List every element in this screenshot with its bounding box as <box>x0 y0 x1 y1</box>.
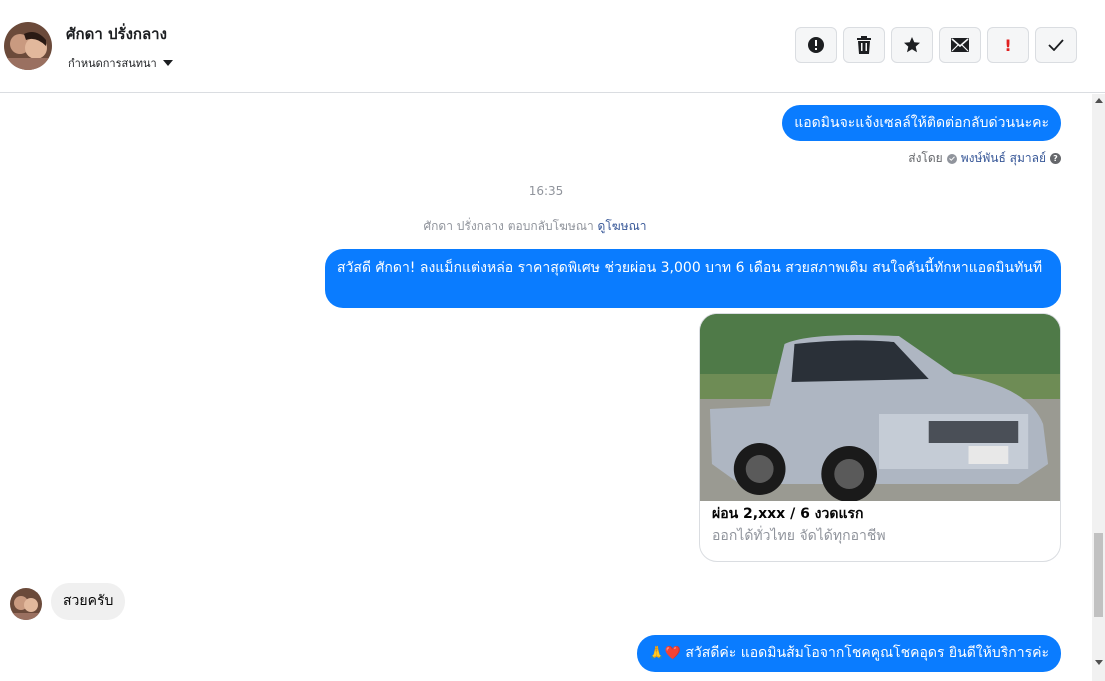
thread-scrollbar[interactable] <box>1092 94 1105 681</box>
incoming-message: สวยครับ <box>51 583 126 620</box>
check-icon <box>1048 39 1064 51</box>
view-ad-link[interactable]: ดูโฆษณา <box>598 219 647 233</box>
ad-reply-note: ศักดา ปรั่งกลาง ตอบกลับโฆษณา ดูโฆษณา <box>0 217 1070 236</box>
outgoing-message: แอดมินจะแจ้งเซลล์ให้ติดต่อกลับด่วนนะคะ <box>782 105 1061 141</box>
assign-label: กำหนดการสนทนา <box>68 57 157 70</box>
timestamp: 16:35 <box>528 184 564 198</box>
message-text: สวยครับ <box>63 593 114 609</box>
spam-icon <box>808 37 824 53</box>
mark-urgent-button[interactable]: ! <box>987 27 1029 63</box>
verified-icon <box>946 153 957 164</box>
delete-button[interactable] <box>843 27 885 63</box>
outgoing-message: สวัสดี ศักดา! ลงแม็กแต่งหล่อ ราคาสุดพิเศ… <box>325 249 1061 308</box>
truck-image <box>700 314 1060 501</box>
star-button[interactable] <box>891 27 933 63</box>
ad-card-subtitle: ออกได้ทั่วไทย จัดได้ทุกอาชีพ <box>712 528 886 544</box>
mark-done-button[interactable] <box>1035 27 1077 63</box>
mark-spam-button[interactable] <box>795 27 837 63</box>
contact-avatar-small <box>10 588 42 620</box>
trash-icon <box>857 36 871 54</box>
sent-by-info: ส่งโดย พงษ์พันธ์ สุมาลย์ ? <box>908 149 1061 168</box>
exclamation-icon: ! <box>1004 35 1012 55</box>
help-icon[interactable]: ? <box>1050 153 1061 164</box>
header-actions: ! <box>795 27 1077 63</box>
ad-card-title: ผ่อน 2,xxx / 6 งวดแรก <box>712 506 864 522</box>
sender-name[interactable]: พงษ์พันธ์ สุมาลย์ <box>961 149 1046 168</box>
conversation-header: ศักดา ปรั่งกลาง กำหนดการสนทนา ! <box>0 0 1105 93</box>
scroll-up-arrow-icon[interactable] <box>1095 98 1103 103</box>
sent-by-label: ส่งโดย <box>908 151 943 165</box>
outgoing-message: 🙏❤️ สวัสดีค่ะ แอดมินส้มโอจากโชคคูณโชคอุด… <box>636 635 1061 672</box>
ad-reply-text: ศักดา ปรั่งกลาง ตอบกลับโฆษณา <box>423 219 594 233</box>
message-text: สวัสดีค่ะ แอดมินส้มโอจากโชคคูณโชคอุดร ยิ… <box>685 645 1049 661</box>
envelope-icon <box>951 38 969 52</box>
contact-avatar[interactable] <box>4 22 52 70</box>
caret-down-icon <box>162 60 173 66</box>
ad-card[interactable]: ผ่อน 2,xxx / 6 งวดแรก ออกได้ทั่วไทย จัดไ… <box>699 313 1061 562</box>
message-thread[interactable]: แอดมินจะแจ้งเซลล์ให้ติดต่อกลับด่วนนะคะ ส… <box>0 94 1092 681</box>
pray-heart-emoji: 🙏❤️ <box>648 646 681 661</box>
star-icon <box>904 37 920 53</box>
message-text: แอดมินจะแจ้งเซลล์ให้ติดต่อกลับด่วนนะคะ <box>794 115 1049 131</box>
assign-conversation-dropdown[interactable]: กำหนดการสนทนา <box>68 54 173 72</box>
message-text: สวัสดี ศักดา! ลงแม็กแต่งหล่อ ราคาสุดพิเศ… <box>337 260 1043 276</box>
scroll-thumb[interactable] <box>1094 533 1103 617</box>
contact-name[interactable]: ศักดา ปรั่งกลาง <box>66 22 167 46</box>
mark-unread-button[interactable] <box>939 27 981 63</box>
scroll-down-arrow-icon[interactable] <box>1095 660 1103 665</box>
